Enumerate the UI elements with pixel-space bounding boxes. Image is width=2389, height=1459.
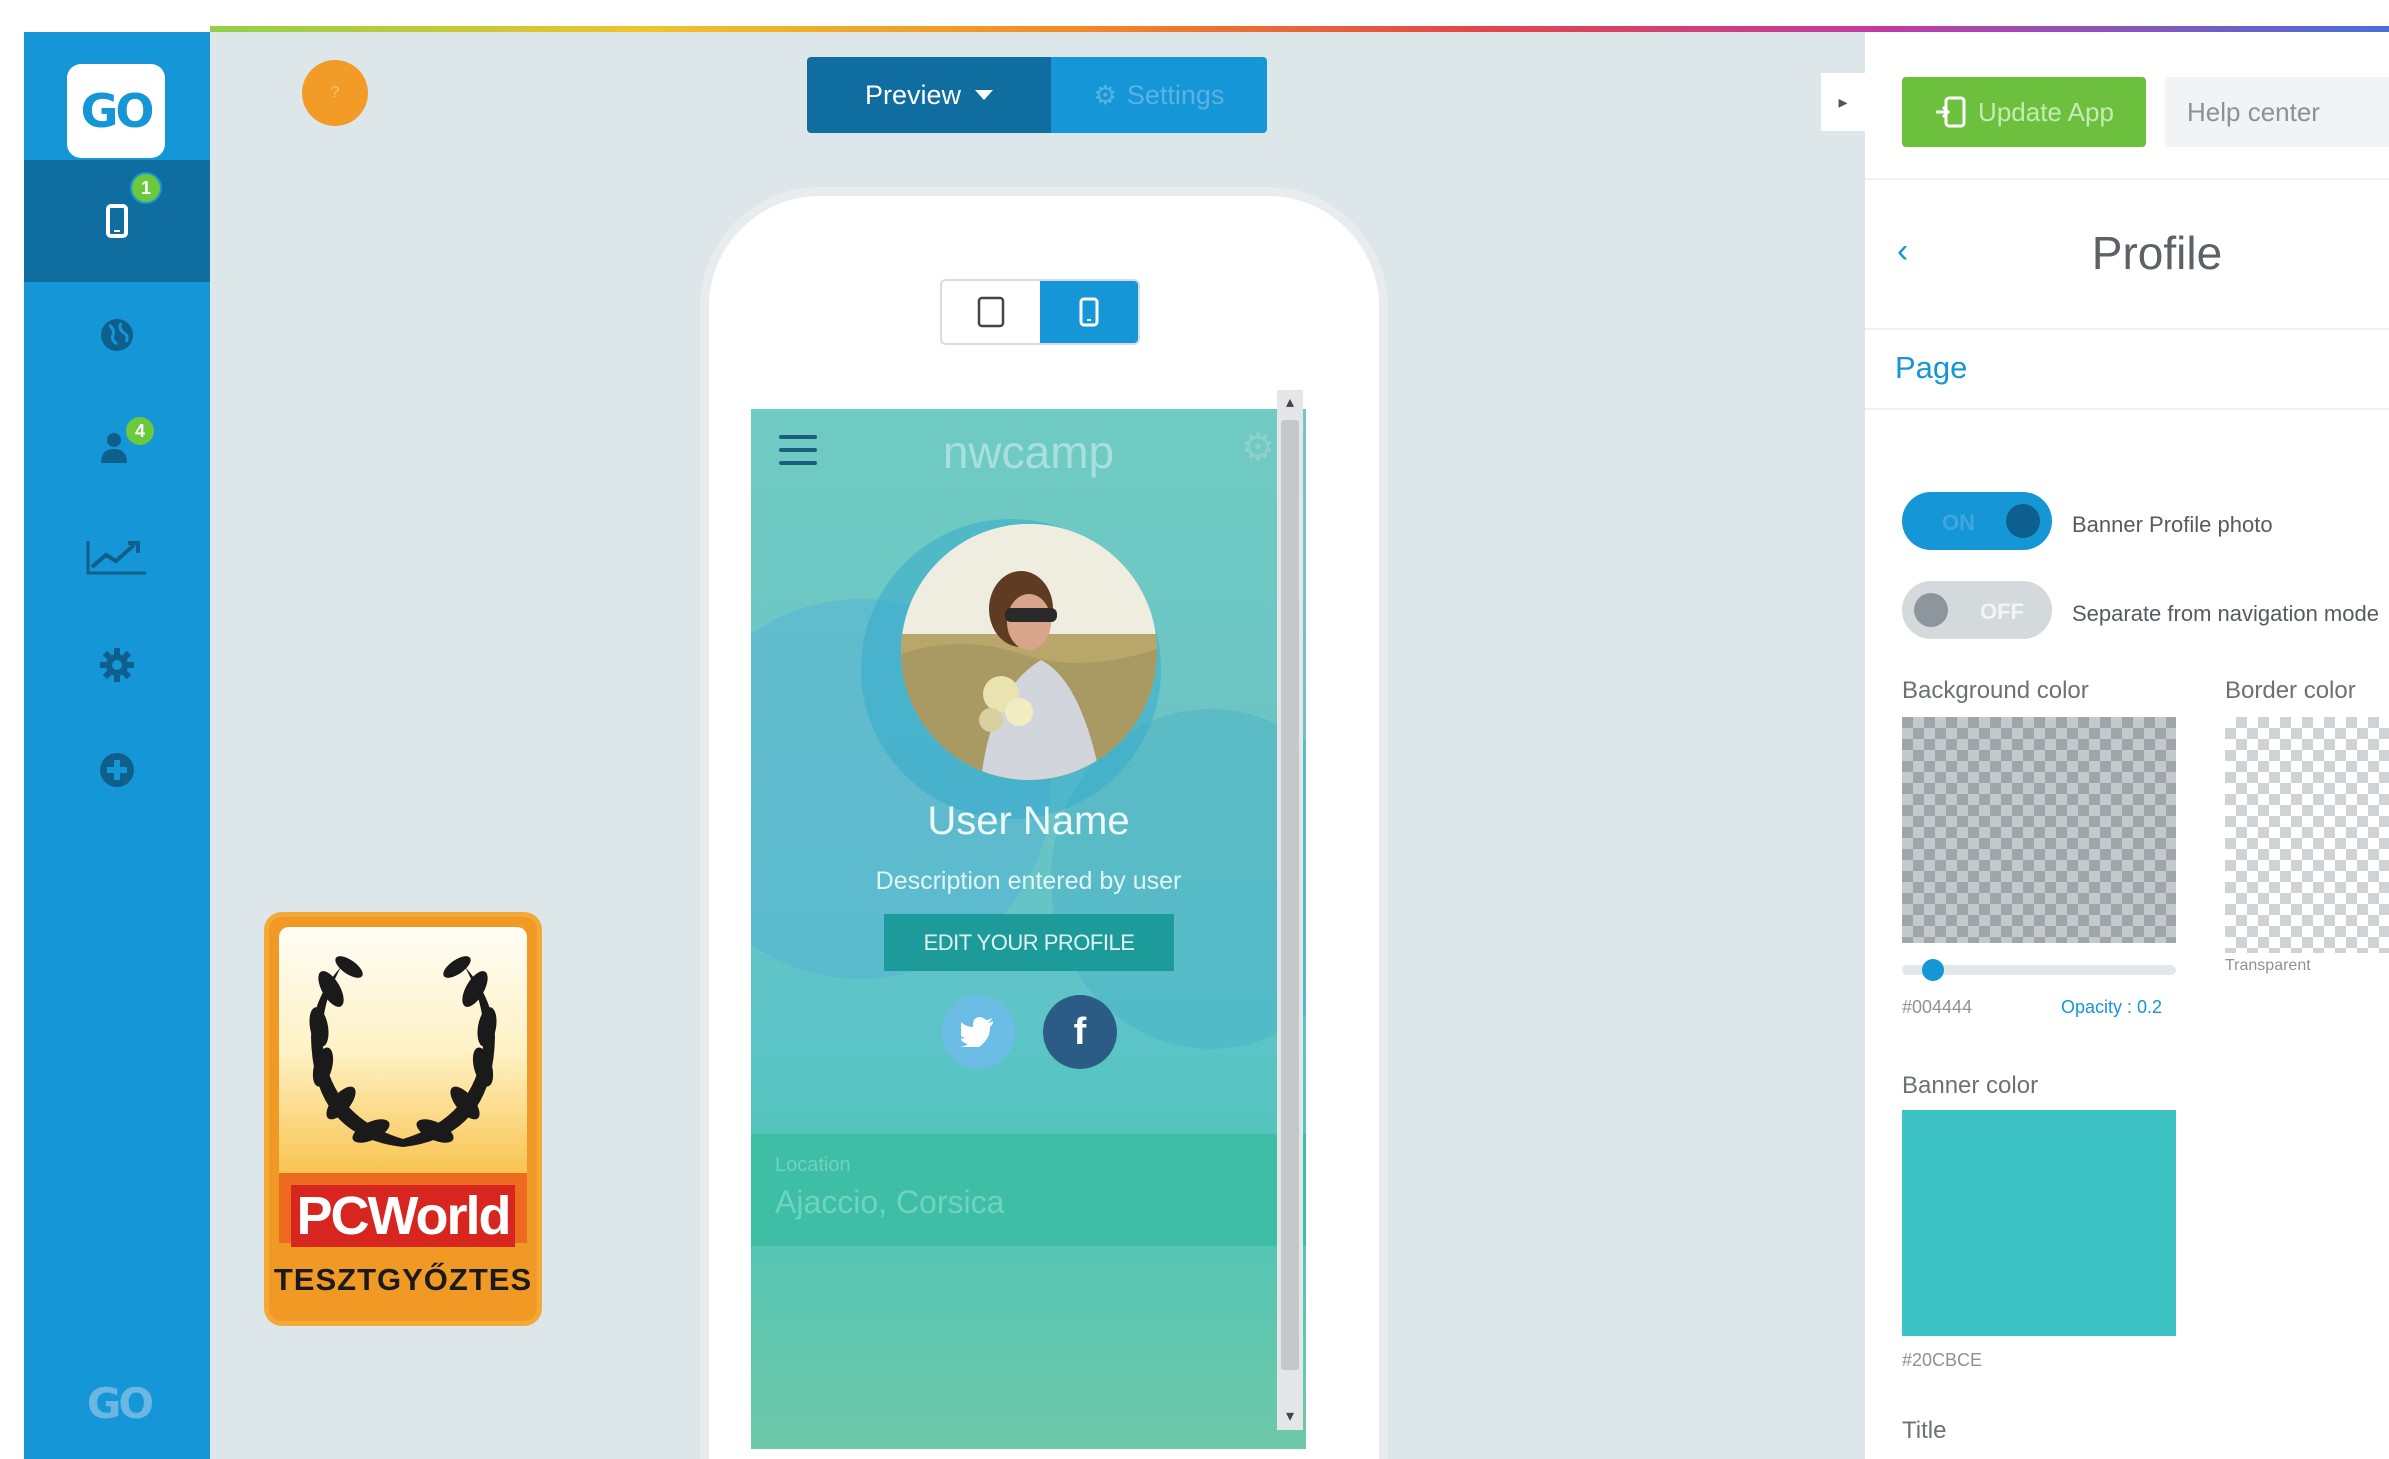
gear-icon[interactable]: ⚙ <box>1241 425 1275 470</box>
gear-icon: ⚙ <box>1093 79 1117 110</box>
toggle-knob <box>2006 504 2040 538</box>
separate-navigation-toggle[interactable]: OFF <box>1902 581 2052 639</box>
smartphone-icon <box>1079 297 1099 327</box>
background-color-hex: #004444 <box>1902 997 1973 1017</box>
profile-photo-image <box>901 524 1157 780</box>
footer-logo: GO <box>76 1379 162 1449</box>
sidebar-item-settings[interactable] <box>24 615 210 715</box>
preview-label: Preview <box>864 79 962 110</box>
pcworld-award-badge: PCWorld TESZTGYŐZTES <box>264 912 542 1326</box>
gear-icon <box>100 648 134 682</box>
settings-label: Settings <box>1126 79 1225 110</box>
notification-badge: 4 <box>124 415 156 447</box>
badge-background <box>279 927 527 1173</box>
phone-view-button[interactable] <box>1040 281 1138 343</box>
update-app-label: Update App <box>1978 96 2114 127</box>
banner-profile-photo-toggle[interactable]: ON <box>1902 492 2052 550</box>
hamburger-menu-icon[interactable] <box>779 435 817 465</box>
device-toggle <box>940 279 1140 345</box>
opacity-value: Opacity : 0.2 <box>2061 997 2163 1017</box>
border-color-label: Border color <box>2225 677 2356 704</box>
sidebar-item-mobile[interactable]: 1 <box>24 160 210 282</box>
toggle-state: ON <box>1942 510 1975 535</box>
tablet-icon <box>977 296 1005 328</box>
preview-scrollbar[interactable]: ▴ ▾ <box>1277 390 1303 1430</box>
opacity-slider[interactable] <box>1902 959 2176 981</box>
banner-color-swatch[interactable] <box>1902 1110 2176 1336</box>
notification-badge: 1 <box>130 172 162 204</box>
collapse-panel-button[interactable]: ▸ <box>1821 73 1865 131</box>
location-value: Ajaccio, Corsica <box>775 1184 1005 1220</box>
panel-header: ‹ Profile <box>1865 180 2389 330</box>
update-app-button[interactable]: Update App <box>1902 77 2146 147</box>
background-color-label: Background color <box>1902 677 2089 704</box>
location-label: Location <box>775 1154 851 1176</box>
facebook-icon[interactable]: f <box>1043 995 1117 1069</box>
location-panel: Location Ajaccio, Corsica <box>751 1134 1306 1246</box>
user-description: Description entered by user <box>875 867 1182 895</box>
left-margin <box>0 0 24 1459</box>
opacity-slider-knob[interactable] <box>1922 959 1945 981</box>
settings-button[interactable]: ⚙ Settings <box>1051 57 1267 133</box>
page-title: Profile <box>2091 227 2223 279</box>
scroll-down-icon[interactable]: ▾ <box>1277 1404 1303 1430</box>
toggle-label: Separate from navigation mode <box>2072 601 2379 626</box>
app-logo[interactable]: GO <box>67 64 165 158</box>
title-field-label: Title <box>1902 1417 1947 1444</box>
chart-line-icon <box>86 541 146 575</box>
panel-topbar: Update App Help center <box>1865 32 2389 180</box>
plus-circle-icon <box>100 753 134 787</box>
help-center-button[interactable]: Help center <box>2165 77 2389 147</box>
pcworld-logo: PCWorld <box>291 1185 515 1247</box>
chevron-down-icon <box>975 90 994 100</box>
toggle-label: Banner Profile photo <box>2072 512 2273 537</box>
scrollbar-thumb[interactable] <box>1281 420 1299 1370</box>
sidebar-item-globe[interactable] <box>24 285 210 385</box>
sidebar-item-add[interactable] <box>24 720 210 820</box>
footer-logo-text: GO <box>86 1379 154 1428</box>
smartphone-icon <box>106 204 128 238</box>
background-color-swatch[interactable] <box>1902 717 2176 943</box>
border-color-swatch[interactable] <box>2225 717 2389 953</box>
section-tab-page[interactable]: Page <box>1865 330 2389 410</box>
section-tab-label: Page <box>1895 350 1968 385</box>
app-preview-screen: nwcamp ⚙ User Name Description entered b… <box>751 409 1306 1449</box>
phone-update-icon <box>1936 96 1966 128</box>
banner-color-hex: #20CBCE <box>1902 1350 1983 1370</box>
toggle-knob <box>1914 593 1948 627</box>
tablet-view-button[interactable] <box>942 281 1040 343</box>
badge-subtitle: TESZTGYŐZTES <box>273 1262 533 1297</box>
banner-color-label: Banner color <box>1902 1072 2039 1099</box>
toggle-state: OFF <box>1980 599 2024 624</box>
app-topbar: nwcamp ⚙ <box>751 409 1306 499</box>
sidebar-item-analytics[interactable] <box>24 507 210 607</box>
scroll-up-icon[interactable]: ▴ <box>1277 390 1303 416</box>
globe-icon <box>101 319 133 351</box>
logo-text: GO <box>80 84 155 138</box>
help-bubble[interactable]: ? <box>302 60 368 126</box>
sidebar: GO 1 4 GO <box>24 32 210 1459</box>
user-name: User Name <box>927 799 1130 843</box>
properties-panel: Update App Help center ‹ Profile Page ON… <box>1865 32 2389 1459</box>
twitter-bird-shape <box>961 1017 993 1047</box>
preview-dropdown-button[interactable]: Preview <box>807 57 1051 133</box>
app-title: nwcamp <box>942 426 1115 478</box>
profile-photo <box>901 524 1157 780</box>
sidebar-item-users[interactable]: 4 <box>24 397 210 497</box>
twitter-icon[interactable] <box>941 995 1015 1069</box>
laurel-wreath-icon <box>309 956 497 1147</box>
border-color-value: Transparent <box>2225 957 2311 974</box>
edit-profile-button[interactable]: EDIT YOUR PROFILE <box>884 914 1174 971</box>
